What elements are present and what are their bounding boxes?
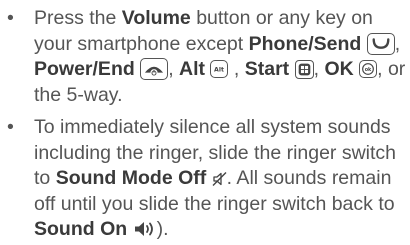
instruction-list: • Press the Volume button or any key on … [0, 6, 410, 243]
svg-text:Alt: Alt [215, 67, 225, 74]
sound-on-icon [134, 222, 153, 236]
sound-mode-off-label: Sound Mode Off [55, 167, 207, 189]
alt-label: Alt [179, 58, 206, 80]
phone-send-key-icon [366, 32, 395, 55]
phone-send-label: Phone/Send [248, 32, 362, 55]
power-end-label: Power/End [34, 58, 135, 80]
ok-label: OK [324, 58, 354, 80]
start-key-icon [294, 60, 314, 79]
sound-off-icon [212, 172, 227, 186]
list-item-text: To immediately silence all system sounds… [34, 116, 397, 240]
ok-key-icon: ok [359, 60, 378, 78]
bullet-marker: • [7, 116, 14, 138]
list-item-silence: • To immediately silence all system soun… [0, 115, 410, 243]
bullet-marker: • [7, 7, 14, 29]
volume-label: Volume [121, 7, 191, 29]
sound-on-label: Sound On [34, 218, 128, 240]
power-end-key-icon [140, 58, 169, 80]
list-item-text: Press the Volume button or any key on yo… [34, 7, 406, 106]
start-label: Start [244, 58, 290, 80]
list-item-wake: • Press the Volume button or any key on … [0, 6, 410, 108]
svg-text:ok: ok [365, 67, 372, 73]
alt-key-icon: Alt [210, 60, 229, 78]
